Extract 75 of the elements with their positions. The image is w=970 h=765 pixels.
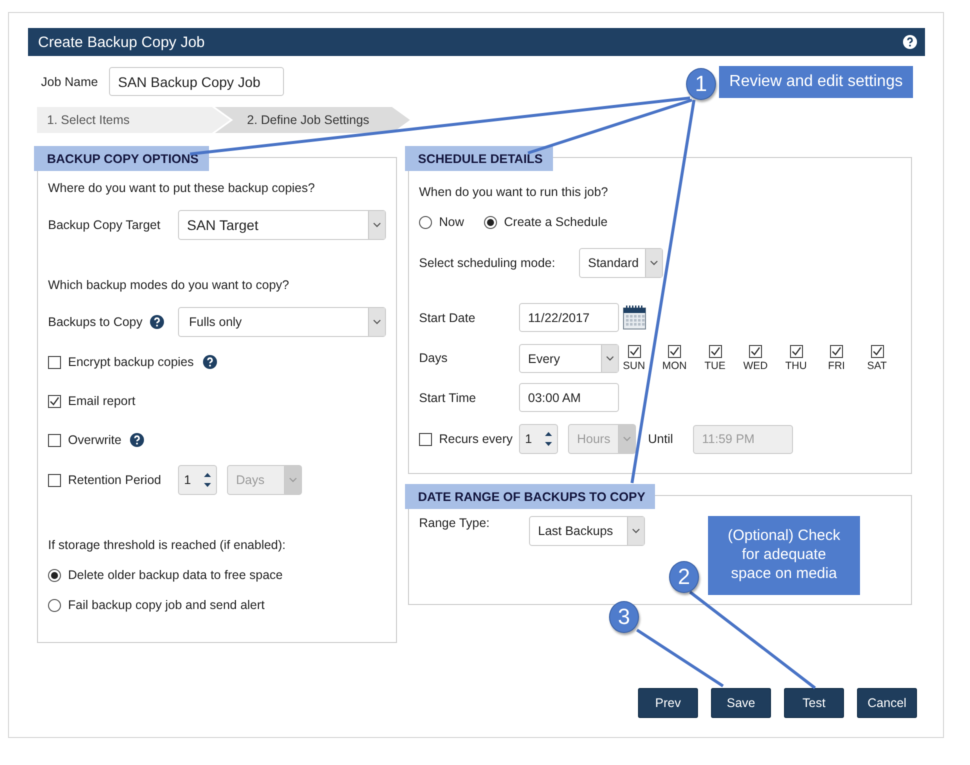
section-heading: BACKUP COPY OPTIONS [34, 146, 209, 171]
radio-button[interactable] [48, 568, 61, 582]
checkbox[interactable] [708, 345, 722, 358]
radio-label: Now [439, 215, 464, 229]
field-label: Range Type: [419, 516, 491, 530]
input-field[interactable]: SAN Backup Copy Job [108, 67, 284, 96]
radio-button[interactable] [484, 216, 498, 228]
dropdown[interactable]: SAN Target [178, 210, 386, 240]
time-field[interactable]: 03:00 AM [519, 383, 619, 412]
field-label: Start Time [419, 390, 477, 404]
checkbox[interactable] [870, 345, 884, 358]
question-text: When do you want to run this job? [419, 185, 608, 199]
checkbox[interactable] [830, 345, 843, 358]
question-text: If storage threshold is reached (if enabled): [48, 538, 286, 552]
checkbox[interactable] [790, 345, 802, 358]
button[interactable]: Cancel [857, 688, 917, 718]
step-number: 3 [609, 601, 639, 633]
day-label: SUN [622, 360, 646, 372]
day-label: WED [743, 360, 768, 372]
step-number: 1 [686, 68, 716, 100]
field-label: Start Date [419, 310, 476, 324]
window-title: Create Backup Copy Job [38, 34, 205, 50]
button[interactable]: Test [784, 688, 844, 718]
radio-label: Create a Schedule [504, 215, 608, 229]
dropdown[interactable]: Last Backups [529, 516, 645, 546]
question-text: Which backup modes do you want to copy? [48, 278, 290, 292]
radio-label: Fail backup copy job and send alert [68, 598, 265, 612]
calendar-icon [623, 305, 646, 330]
caret-icon [645, 249, 662, 277]
checkbox[interactable] [48, 394, 61, 408]
field-label: Until [647, 432, 674, 446]
radio-label: Delete older backup data to free space [68, 568, 283, 582]
help-icon [903, 35, 917, 49]
callout-text: Review and edit settings [719, 66, 913, 98]
section-heading: DATE RANGE OF BACKUPS TO COPY [405, 484, 656, 509]
button[interactable]: Save [711, 688, 771, 718]
radio-button[interactable] [48, 598, 61, 612]
day-label: MON [662, 360, 687, 372]
dropdown[interactable]: Fulls only [178, 307, 386, 337]
date-field[interactable]: 11/22/2017 [519, 303, 619, 332]
checkbox[interactable] [48, 356, 61, 368]
day-label: THU [785, 360, 807, 372]
caret-icon [601, 345, 618, 372]
field-label: Backups to Copy [48, 315, 142, 329]
checkbox-label: Retention Period [68, 473, 162, 487]
checkbox[interactable] [628, 345, 640, 358]
section-heading: SCHEDULE DETAILS [405, 146, 553, 171]
checkbox-label: Overwrite [68, 433, 122, 447]
button[interactable]: Prev [638, 688, 698, 718]
field-label: Select scheduling mode: [419, 256, 556, 270]
checkbox-label: Email report [68, 394, 136, 408]
step-number: 2 [669, 561, 699, 593]
field-label: Days [419, 350, 448, 367]
checkbox-label: Recurs every [439, 432, 513, 446]
field-label: Job Name [41, 74, 98, 88]
checkbox[interactable] [749, 345, 762, 358]
field-label: Backup Copy Target [48, 218, 162, 232]
dropdown[interactable]: Every [519, 344, 619, 373]
day-label: FRI [828, 360, 845, 372]
question-text: Where do you want to put these backup copies? [48, 181, 315, 195]
wizard-step[interactable]: 2. Define Job Settings [215, 107, 410, 133]
caret-icon [627, 517, 644, 545]
caret-icon [368, 211, 385, 239]
checkbox[interactable] [668, 345, 681, 358]
wizard-step[interactable]: 1. Select Items [37, 107, 230, 133]
caret-icon [284, 466, 301, 494]
callout-text: (Optional) Check for adequate space on media [708, 516, 860, 595]
checkbox-label: Encrypt backup copies [68, 355, 194, 369]
checkbox[interactable] [48, 434, 61, 446]
day-label: TUE [704, 360, 726, 372]
caret-icon [368, 308, 385, 336]
day-label: SAT [867, 360, 887, 372]
dropdown[interactable]: Standard [579, 248, 663, 278]
caret-icon [618, 425, 635, 453]
radio-button[interactable] [419, 216, 432, 228]
